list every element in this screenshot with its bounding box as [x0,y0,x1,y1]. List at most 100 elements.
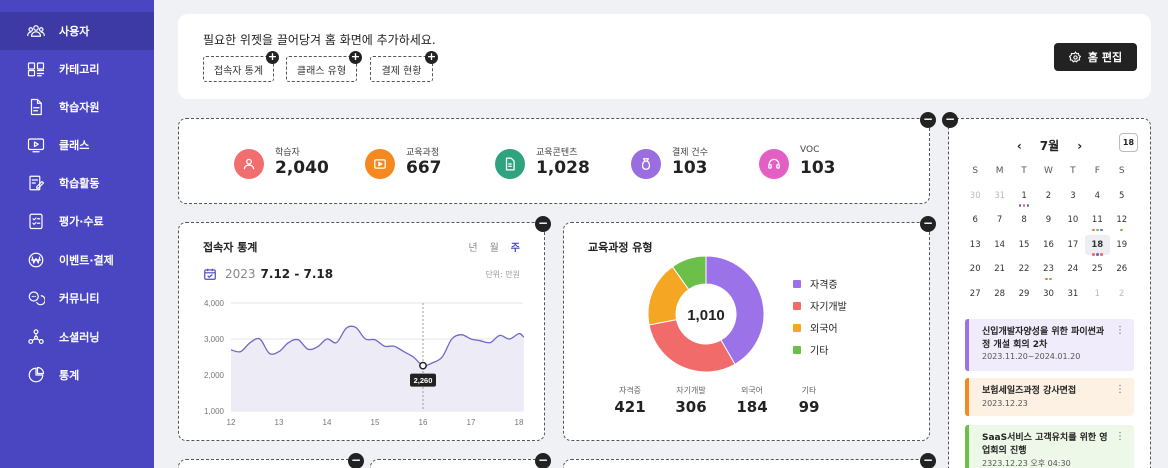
widget-card-partial: − [563,453,936,468]
calendar-day[interactable]: 15 [1012,235,1036,255]
calendar-day[interactable]: 8 [1012,210,1036,230]
calendar-day-number: 16 [1043,239,1054,250]
add-icon[interactable]: + [266,51,279,64]
widget-chip-payment-status[interactable]: 결제 현황 + [370,51,438,82]
calendar-day-number: 31 [994,190,1006,201]
calendar-day[interactable]: 30 [1036,284,1060,304]
sidebar-item-1[interactable]: 사용자 [0,12,154,50]
remove-widget-button[interactable]: − [348,453,364,468]
calendar-day[interactable]: 1 [1085,284,1109,304]
calendar-day[interactable]: 28 [987,284,1011,304]
stat-label: 학습자 [275,148,300,158]
calendar-day[interactable]: 19 [1110,235,1134,255]
remove-widget-button[interactable]: − [942,112,958,128]
sidebar-item-label: 사용자 [59,25,90,38]
category-stat: 기타 99 [779,385,839,416]
calendar-day[interactable]: 24 [1061,259,1085,279]
calendar-event[interactable]: 보험세일즈과정 강사면접 2023.12.23 ⋮ [965,378,1134,416]
add-icon[interactable]: + [425,51,438,64]
calendar-day-number: 30 [1043,288,1054,299]
chip-label: 결제 현황 [381,65,422,77]
event-title: 신입개발자양성을 위한 파이썬과정 개설 회의 2차 [982,327,1105,350]
calendar-day[interactable]: 7 [987,210,1011,230]
donut-slice[interactable] [648,319,736,373]
calendar-day[interactable]: 30 [963,186,987,206]
calendar-day[interactable]: 6 [963,210,987,230]
home-edit-button[interactable]: 홈 편집 [1054,43,1137,71]
calendar-day[interactable]: 23 [1036,259,1060,281]
event-date: 2023.12.23 [982,399,1028,408]
stat-value: 103 [800,158,836,178]
sidebar: 사용자카테고리 학습자원 클래스 학습활동 평가·수료 이벤트·결제 커뮤니티 소셜러닝통계 [0,0,154,468]
calendar-day[interactable]: 2 [1036,186,1060,206]
calendar-day[interactable]: 9 [1036,210,1060,230]
today-button[interactable]: 18 [1119,133,1138,152]
calendar-day-number: 5 [1119,190,1125,201]
chip-label: 접속자 통계 [213,65,264,77]
calendar-day[interactable]: 26 [1110,259,1134,279]
sidebar-item-5[interactable]: 학습활동 [0,164,154,202]
calendar-day-number: 17 [1067,239,1079,250]
calendar-day[interactable]: 31 [1061,284,1085,304]
sidebar-item-7[interactable]: 이벤트·결제 [0,241,154,279]
calendar-day[interactable]: 25 [1085,259,1109,279]
calendar-day[interactable]: 22 [1012,259,1036,279]
calendar-day-number: 23 [1043,264,1054,275]
calendar-day[interactable]: 20 [963,259,987,279]
prev-month-icon[interactable]: ‹ [1017,139,1022,153]
document-icon [26,97,46,117]
more-vertical-icon[interactable]: ⋮ [1115,431,1125,442]
sidebar-item-10[interactable]: 통계 [0,356,154,394]
sidebar-item-8[interactable]: 커뮤니티 [0,279,154,317]
chip-label: 클래스 유형 [296,65,347,77]
calendar-day[interactable]: 16 [1036,235,1060,255]
legend-label: 자격증 [810,280,838,291]
category-stat: 자기개발 306 [661,385,721,416]
widget-chip-visitor-stats[interactable]: 접속자 통계 + [203,51,279,82]
more-vertical-icon[interactable]: ⋮ [1115,384,1125,395]
widget-bar: 필요한 위젯을 끌어당겨 홈 화면에 추가하세요. 접속자 통계 + 클래스 유… [178,14,1151,99]
sidebar-item-4[interactable]: 클래스 [0,126,154,164]
remove-widget-button[interactable]: − [920,112,936,128]
calendar-day[interactable]: 10 [1061,210,1085,230]
calendar-day[interactable]: 21 [987,259,1011,279]
play-icon [365,149,395,179]
sidebar-item-6[interactable]: 평가·수료 [0,202,154,240]
event-dots [1110,228,1134,232]
calendar-day[interactable]: 12 [1110,210,1134,232]
sidebar-item-9[interactable]: 소셜러닝 [0,318,154,356]
weekday-label: M [995,166,1004,177]
calendar-day[interactable]: 11 [1085,210,1109,232]
event-dots [1012,204,1036,207]
stat-value: 1,028 [536,158,590,178]
calendar-day[interactable]: 17 [1061,235,1085,255]
category-icon [26,59,46,79]
sidebar-item-2[interactable]: 카테고리 [0,50,154,88]
calendar-day[interactable]: 3 [1061,186,1085,206]
widget-chip-class-type[interactable]: 클래스 유형 + [286,51,362,82]
sidebar-item-3[interactable]: 학습자원 [0,88,154,126]
next-month-icon[interactable]: › [1077,139,1082,153]
sidebar-item-label: 통계 [59,369,80,382]
calendar-day[interactable]: 1 [1012,186,1036,207]
calendar-day[interactable]: 31 [987,186,1011,206]
calendar-event[interactable]: 신입개발자양성을 위한 파이썬과정 개설 회의 2차 2023.11.20~202… [965,319,1134,371]
remove-widget-button[interactable]: − [535,453,551,468]
calendar-day-number: 22 [1018,264,1030,275]
more-vertical-icon[interactable]: ⋮ [1115,325,1125,336]
calendar-day[interactable]: 18 [1085,234,1110,256]
calendar-day[interactable]: 2 [1110,284,1134,304]
calendar-day[interactable]: 4 [1085,186,1109,206]
calendar-day[interactable]: 27 [963,284,987,304]
highlight-point[interactable] [419,361,427,370]
event-color-bar [965,378,969,416]
visitor-stats-card: − 접속자 통계 년 월 주 2023 7.12 - 7.18 단위: 만원 4… [178,216,551,441]
calendar-day[interactable]: 5 [1110,186,1134,206]
calendar-event[interactable]: SaaS서비스 고객유치를 위한 영업회의 진행 2323.12.23 오후 04… [965,425,1134,468]
calendar-day[interactable]: 29 [1012,284,1036,304]
remove-widget-button[interactable]: − [920,453,936,468]
add-icon[interactable]: + [349,51,362,64]
calendar-week-row: 13 14 15 16 17 18 19 [963,233,1134,258]
calendar-day[interactable]: 13 [963,235,987,255]
calendar-day[interactable]: 14 [987,235,1011,255]
